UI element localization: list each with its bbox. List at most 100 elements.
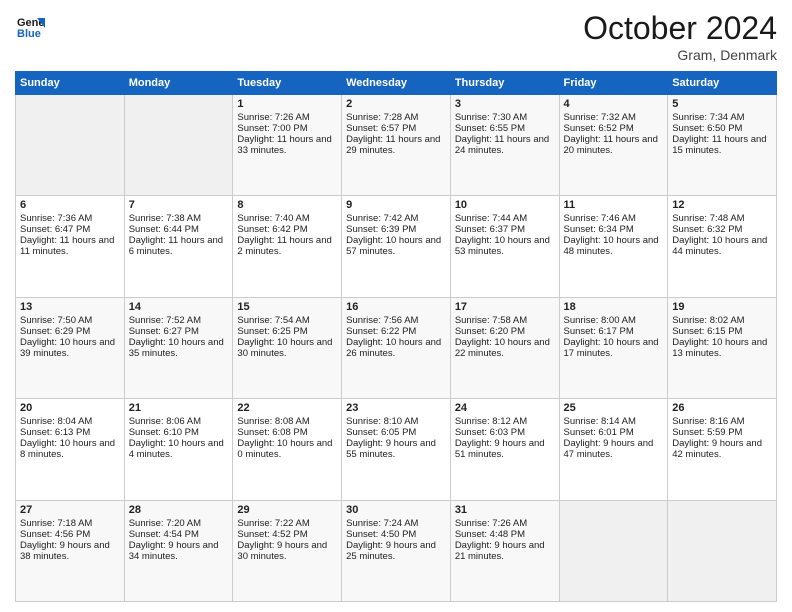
- daylight-text: Daylight: 11 hours and 15 minutes.: [672, 134, 772, 156]
- daylight-text: Daylight: 11 hours and 11 minutes.: [20, 235, 120, 257]
- daylight-text: Daylight: 10 hours and 17 minutes.: [564, 337, 664, 359]
- daylight-text: Daylight: 9 hours and 34 minutes.: [129, 540, 229, 562]
- header: General Blue October 2024 Gram, Denmark: [15, 10, 777, 63]
- sunset-text: Sunset: 6:34 PM: [564, 224, 664, 235]
- day-cell: [16, 95, 125, 196]
- daylight-text: Daylight: 9 hours and 30 minutes.: [237, 540, 337, 562]
- sunrise-text: Sunrise: 8:00 AM: [564, 315, 664, 326]
- daylight-text: Daylight: 10 hours and 57 minutes.: [346, 235, 446, 257]
- day-number: 11: [564, 199, 664, 211]
- day-cell: 18Sunrise: 8:00 AMSunset: 6:17 PMDayligh…: [559, 297, 668, 398]
- sunrise-text: Sunrise: 7:20 AM: [129, 518, 229, 529]
- day-cell: 12Sunrise: 7:48 AMSunset: 6:32 PMDayligh…: [668, 196, 777, 297]
- sunrise-text: Sunrise: 8:06 AM: [129, 416, 229, 427]
- sunset-text: Sunset: 6:05 PM: [346, 427, 446, 438]
- day-cell: 10Sunrise: 7:44 AMSunset: 6:37 PMDayligh…: [450, 196, 559, 297]
- sunrise-text: Sunrise: 7:40 AM: [237, 213, 337, 224]
- daylight-text: Daylight: 10 hours and 22 minutes.: [455, 337, 555, 359]
- day-cell: 1 Sunrise: 7:26 AMSunset: 7:00 PMDaylight…: [233, 95, 342, 196]
- day-cell: 3Sunrise: 7:30 AMSunset: 6:55 PMDaylight…: [450, 95, 559, 196]
- daylight-text: Daylight: 11 hours and 20 minutes.: [564, 134, 664, 156]
- day-cell: 4Sunrise: 7:32 AMSunset: 6:52 PMDaylight…: [559, 95, 668, 196]
- week-row-4: 27Sunrise: 7:18 AMSunset: 4:56 PMDayligh…: [16, 500, 777, 601]
- sunset-text: Sunset: 6:39 PM: [346, 224, 446, 235]
- daylight-text: Daylight: 10 hours and 13 minutes.: [672, 337, 772, 359]
- day-number: 17: [455, 301, 555, 313]
- day-cell: 11Sunrise: 7:46 AMSunset: 6:34 PMDayligh…: [559, 196, 668, 297]
- day-number: 15: [237, 301, 337, 313]
- day-number: 25: [564, 402, 664, 414]
- day-number: 24: [455, 402, 555, 414]
- daylight-text: Daylight: 9 hours and 42 minutes.: [672, 438, 772, 460]
- day-cell: 13Sunrise: 7:50 AMSunset: 6:29 PMDayligh…: [16, 297, 125, 398]
- location: Gram, Denmark: [583, 47, 777, 63]
- day-number: 20: [20, 402, 120, 414]
- day-cell: 21 Sunrise: 8:06 AMSunset: 6:10 PMDayligh…: [124, 399, 233, 500]
- sunset-text: Sunset: 6:27 PM: [129, 326, 229, 337]
- sunrise-text: Sunrise: 8:04 AM: [20, 416, 120, 427]
- day-cell: 9Sunrise: 7:42 AMSunset: 6:39 PMDaylight…: [342, 196, 451, 297]
- calendar-table: Sunday Monday Tuesday Wednesday Thursday…: [15, 71, 777, 602]
- day-number: 8: [237, 199, 337, 211]
- sunset-text: Sunset: 7:00 PM: [237, 123, 337, 134]
- week-row-2: 13Sunrise: 7:50 AMSunset: 6:29 PMDayligh…: [16, 297, 777, 398]
- logo: General Blue: [15, 10, 49, 40]
- day-number: 16: [346, 301, 446, 313]
- sunset-text: Sunset: 4:54 PM: [129, 529, 229, 540]
- sunset-text: Sunset: 6:50 PM: [672, 123, 772, 134]
- day-cell: 29Sunrise: 7:22 AMSunset: 4:52 PMDayligh…: [233, 500, 342, 601]
- daylight-text: Daylight: 11 hours and 33 minutes.: [237, 134, 337, 156]
- day-number: 4: [564, 98, 664, 110]
- sunrise-text: Sunrise: 7:22 AM: [237, 518, 337, 529]
- sunset-text: Sunset: 6:57 PM: [346, 123, 446, 134]
- sunrise-text: Sunrise: 7:24 AM: [346, 518, 446, 529]
- sunset-text: Sunset: 6:25 PM: [237, 326, 337, 337]
- day-number: 13: [20, 301, 120, 313]
- daylight-text: Daylight: 9 hours and 47 minutes.: [564, 438, 664, 460]
- day-number: 30: [346, 504, 446, 516]
- sunset-text: Sunset: 6:13 PM: [20, 427, 120, 438]
- day-number: 5: [672, 98, 772, 110]
- daylight-text: Daylight: 9 hours and 38 minutes.: [20, 540, 120, 562]
- day-number: 26: [672, 402, 772, 414]
- col-monday: Monday: [124, 72, 233, 95]
- daylight-text: Daylight: 10 hours and 4 minutes.: [129, 438, 229, 460]
- day-number: 2: [346, 98, 446, 110]
- daylight-text: Daylight: 10 hours and 26 minutes.: [346, 337, 446, 359]
- sunset-text: Sunset: 6:01 PM: [564, 427, 664, 438]
- col-sunday: Sunday: [16, 72, 125, 95]
- sunrise-text: Sunrise: 8:10 AM: [346, 416, 446, 427]
- day-cell: 22Sunrise: 8:08 AMSunset: 6:08 PMDayligh…: [233, 399, 342, 500]
- sunrise-text: Sunrise: 7:26 AM: [237, 112, 337, 123]
- day-cell: 6Sunrise: 7:36 AMSunset: 6:47 PMDaylight…: [16, 196, 125, 297]
- sunrise-text: Sunrise: 7:54 AM: [237, 315, 337, 326]
- day-cell: 26Sunrise: 8:16 AMSunset: 5:59 PMDayligh…: [668, 399, 777, 500]
- day-cell: 17Sunrise: 7:58 AMSunset: 6:20 PMDayligh…: [450, 297, 559, 398]
- sunset-text: Sunset: 6:55 PM: [455, 123, 555, 134]
- day-cell: 31Sunrise: 7:26 AMSunset: 4:48 PMDayligh…: [450, 500, 559, 601]
- sunset-text: Sunset: 6:22 PM: [346, 326, 446, 337]
- day-cell: 25Sunrise: 8:14 AMSunset: 6:01 PMDayligh…: [559, 399, 668, 500]
- daylight-text: Daylight: 10 hours and 48 minutes.: [564, 235, 664, 257]
- sunrise-text: Sunrise: 7:58 AM: [455, 315, 555, 326]
- sunrise-text: Sunrise: 8:12 AM: [455, 416, 555, 427]
- day-cell: 23Sunrise: 8:10 AMSunset: 6:05 PMDayligh…: [342, 399, 451, 500]
- sunset-text: Sunset: 6:10 PM: [129, 427, 229, 438]
- day-number: 21: [129, 402, 229, 414]
- sunset-text: Sunset: 6:17 PM: [564, 326, 664, 337]
- day-number: 1: [237, 98, 337, 110]
- col-saturday: Saturday: [668, 72, 777, 95]
- daylight-text: Daylight: 9 hours and 25 minutes.: [346, 540, 446, 562]
- sunset-text: Sunset: 6:37 PM: [455, 224, 555, 235]
- sunrise-text: Sunrise: 7:36 AM: [20, 213, 120, 224]
- day-number: 22: [237, 402, 337, 414]
- day-cell: [668, 500, 777, 601]
- day-cell: 16Sunrise: 7:56 AMSunset: 6:22 PMDayligh…: [342, 297, 451, 398]
- sunset-text: Sunset: 4:52 PM: [237, 529, 337, 540]
- sunset-text: Sunset: 6:29 PM: [20, 326, 120, 337]
- daylight-text: Daylight: 9 hours and 21 minutes.: [455, 540, 555, 562]
- sunrise-text: Sunrise: 7:28 AM: [346, 112, 446, 123]
- sunrise-text: Sunrise: 7:48 AM: [672, 213, 772, 224]
- title-block: October 2024 Gram, Denmark: [583, 10, 777, 63]
- day-cell: 8Sunrise: 7:40 AMSunset: 6:42 PMDaylight…: [233, 196, 342, 297]
